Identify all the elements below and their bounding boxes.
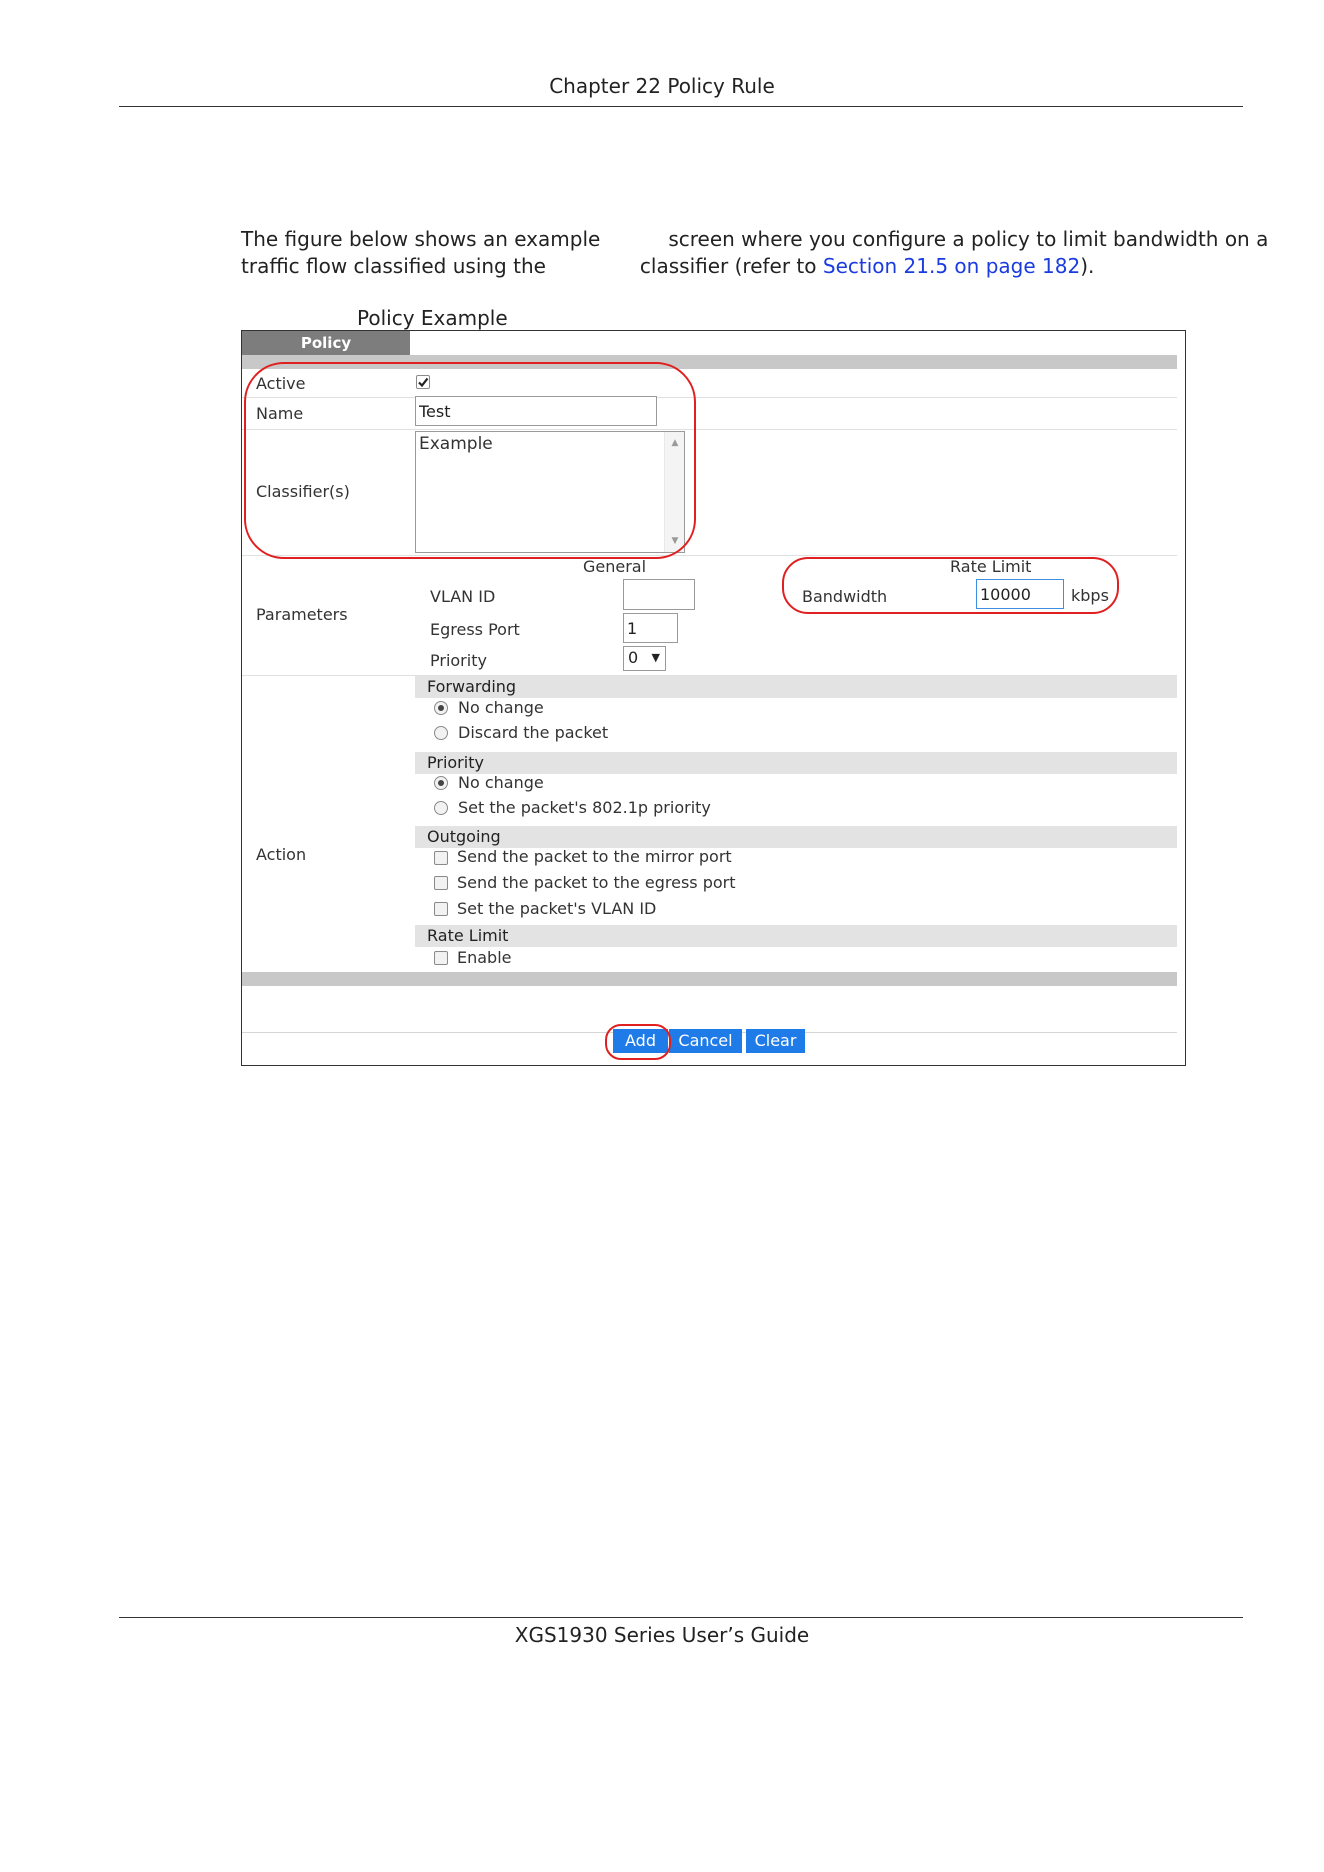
general-heading: General <box>583 557 647 576</box>
header-rule <box>119 106 1243 107</box>
rate-limit-enable-label: Enable <box>457 948 512 967</box>
parameters-label: Parameters <box>256 605 348 624</box>
forwarding-heading: Forwarding <box>415 676 1177 698</box>
forwarding-no-change-label: No change <box>458 698 544 717</box>
intro-line-2: traffic flow classified using the classif… <box>241 253 1251 280</box>
intro-line-1-a: The figure below shows an example <box>241 227 601 251</box>
priority-label: Priority <box>430 651 487 670</box>
chapter-title: Chapter 22 Policy Rule <box>549 74 775 98</box>
callout-rate-limit <box>782 557 1119 614</box>
intro-line-2-b: classifier (refer to <box>639 254 823 278</box>
priority-select-value: 0 <box>628 648 639 667</box>
intro-line-1: The figure below shows an example screen … <box>241 226 1268 253</box>
outgoing-egress-label: Send the packet to the egress port <box>457 873 736 892</box>
egress-port-label: Egress Port <box>430 620 520 639</box>
rate-limit-section-heading: Rate Limit <box>415 925 1177 947</box>
egress-port-input[interactable] <box>623 613 678 643</box>
priority-set-label: Set the packet's 802.1p priority <box>458 798 711 817</box>
vlan-id-label: VLAN ID <box>430 587 496 606</box>
outgoing-mirror-checkbox[interactable] <box>434 851 448 865</box>
guide-title: XGS1930 Series User’s Guide <box>514 1623 810 1647</box>
cancel-button[interactable]: Cancel <box>669 1029 742 1053</box>
outgoing-vlan-label: Set the packet's VLAN ID <box>457 899 657 918</box>
footer-rule <box>119 1617 1243 1618</box>
priority-heading: Priority <box>415 752 1177 774</box>
forwarding-discard-label: Discard the packet <box>458 723 609 742</box>
outgoing-mirror-label: Send the packet to the mirror port <box>457 847 732 866</box>
policy-screen: Policy Active Name Classifier(s) Example… <box>241 330 1186 1066</box>
vlan-id-input[interactable] <box>623 579 695 610</box>
dropdown-arrow-icon: ▼ <box>651 651 660 664</box>
intro-line-1-b: screen where you configure a policy to l… <box>668 227 1269 251</box>
form-bottom-bar <box>242 972 1177 986</box>
priority-no-change-radio[interactable] <box>434 776 448 790</box>
outgoing-heading: Outgoing <box>415 826 1177 848</box>
outgoing-egress-checkbox[interactable] <box>434 876 448 890</box>
forwarding-discard-radio[interactable] <box>434 726 448 740</box>
outgoing-vlan-checkbox[interactable] <box>434 902 448 916</box>
priority-no-change-label: No change <box>458 773 544 792</box>
forwarding-no-change-radio[interactable] <box>434 701 448 715</box>
clear-button[interactable]: Clear <box>746 1029 805 1053</box>
rate-limit-enable-checkbox[interactable] <box>434 951 448 965</box>
tab-policy[interactable]: Policy <box>242 331 410 355</box>
figure-caption: Policy Example <box>357 306 508 330</box>
callout-add-button <box>605 1024 671 1060</box>
priority-select[interactable]: 0 ▼ <box>623 646 666 671</box>
section-link[interactable]: Section 21.5 on page 182 <box>823 254 1080 278</box>
priority-set-radio[interactable] <box>434 801 448 815</box>
intro-line-2-end: ). <box>1080 254 1095 278</box>
intro-line-2-a: traffic flow classified using the <box>241 254 546 278</box>
callout-general-fields <box>244 362 696 559</box>
action-label: Action <box>256 845 307 864</box>
